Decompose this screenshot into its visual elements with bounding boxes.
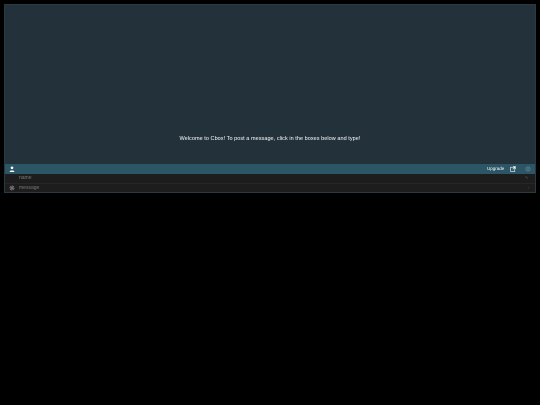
message-field[interactable] — [19, 184, 515, 192]
message-row: › — [5, 183, 535, 192]
send-chevron-icon[interactable]: › — [528, 184, 530, 191]
external-link-icon[interactable] — [510, 166, 516, 172]
settings-icon[interactable] — [525, 166, 531, 172]
name-row: ✎ — [5, 174, 535, 183]
gear-icon[interactable] — [9, 185, 15, 191]
messages-area: Welcome to Cbox! To post a message, clic… — [5, 5, 535, 164]
upgrade-button[interactable]: Upgrade — [487, 166, 504, 172]
name-field[interactable] — [19, 174, 515, 182]
input-area: ✎ › — [5, 174, 535, 192]
edit-icon[interactable]: ✎ — [525, 175, 528, 181]
toolbar: Upgrade — [5, 164, 535, 174]
welcome-message: Welcome to Cbox! To post a message, clic… — [179, 136, 361, 142]
user-icon[interactable] — [9, 166, 15, 172]
chat-widget: Welcome to Cbox! To post a message, clic… — [4, 4, 536, 193]
